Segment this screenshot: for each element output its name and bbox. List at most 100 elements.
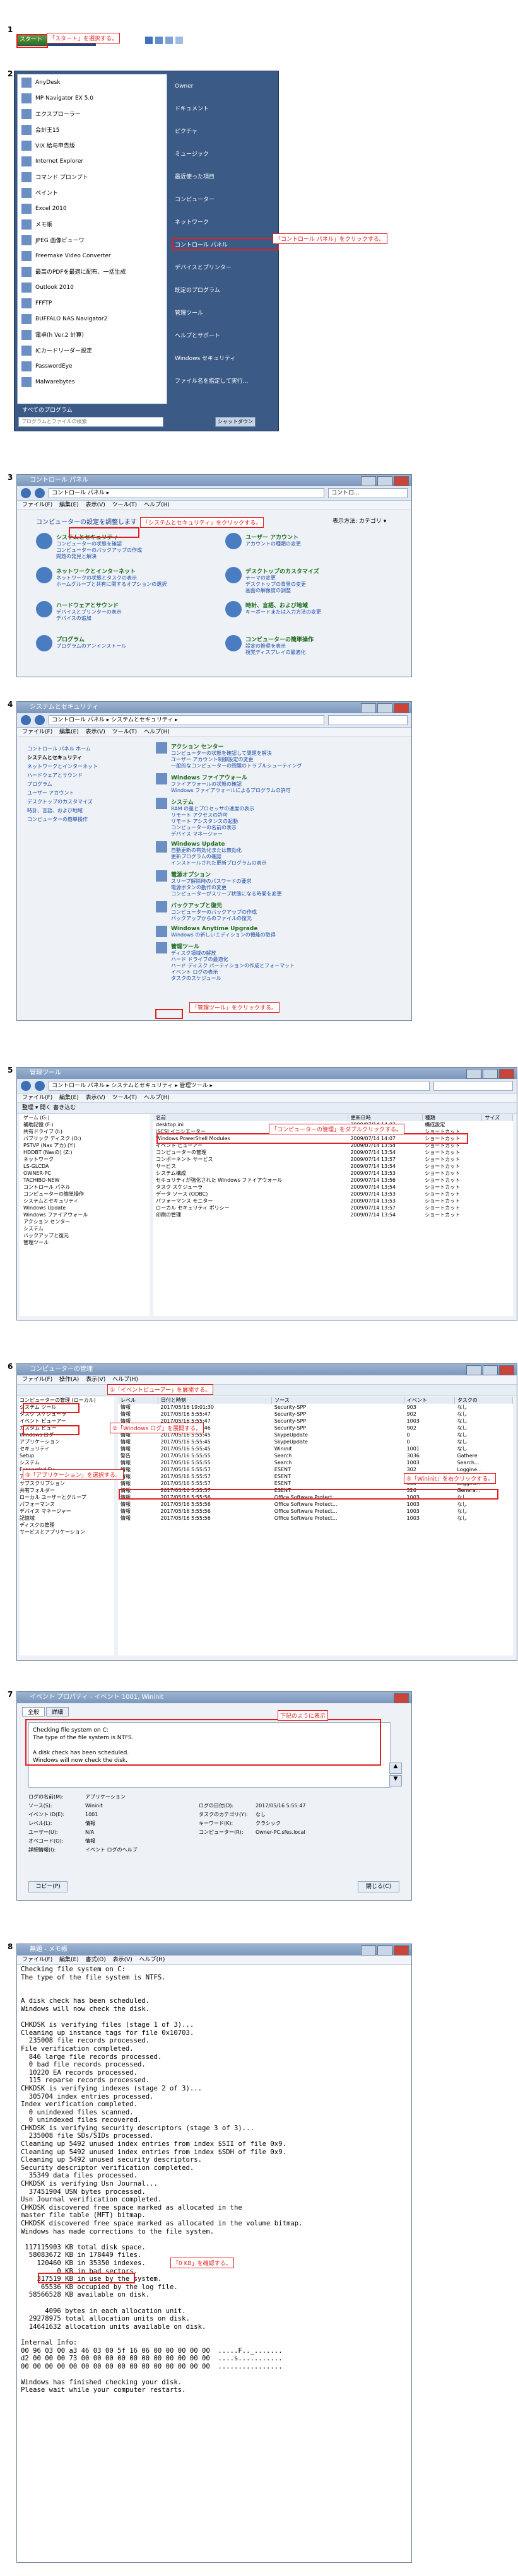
tree-item[interactable]: 記憶域 <box>20 1515 114 1522</box>
maximize-button[interactable] <box>377 1945 392 1955</box>
tree-item[interactable]: ディスクの管理 <box>20 1522 114 1529</box>
minimize-button[interactable] <box>466 1069 481 1079</box>
program-item[interactable]: JPEG 画像ビューワ <box>18 232 167 248</box>
section-link[interactable]: ハード ドライブの最適化 <box>171 957 295 963</box>
place-item[interactable]: Windows セキュリティ <box>170 347 274 370</box>
place-item[interactable]: 最近使った項目 <box>170 166 274 189</box>
table-row[interactable]: 情報 2017/05/16 19:01:30 Security-SPP 903 なし <box>118 1404 513 1411</box>
category-title[interactable]: ネットワークとインターネット <box>56 567 167 575</box>
tree-item[interactable]: 補助記憶 (F:) <box>23 1121 150 1128</box>
program-item[interactable]: ICカードリーダー設定 <box>18 342 167 358</box>
tab-details[interactable]: 詳細 <box>46 1707 69 1716</box>
forward-icon[interactable] <box>35 488 45 498</box>
category-link[interactable]: 問題の発見と解決 <box>56 554 142 560</box>
category-link[interactable]: テーマの変更 <box>245 575 319 581</box>
section-link[interactable]: コンピューターの名前の表示 <box>171 825 254 831</box>
category-title[interactable]: コンピューターの簡単操作 <box>245 635 314 643</box>
category-item[interactable]: コンピューターの簡単操作 設定の推奨を表示 視覚ディスプレイの最適化 <box>225 635 408 656</box>
table-row[interactable]: 情報 2017/05/16 5:55:56 Office Software Prot… <box>118 1501 513 1508</box>
close-button[interactable] <box>499 1069 514 1079</box>
column-header[interactable]: レベル <box>118 1397 158 1404</box>
taskbar-icon[interactable] <box>145 37 153 44</box>
maximize-button[interactable] <box>483 1069 498 1079</box>
section-link[interactable]: タスクのスケジュール <box>171 976 295 982</box>
address-input[interactable]: コントロール パネル ▸ システムとセキュリティ ▸ 管理ツール ▸ <box>49 1081 430 1091</box>
column-header[interactable]: タスクの <box>454 1397 514 1404</box>
sidebar-link[interactable]: 時計、言語、および地域 <box>27 807 141 815</box>
sidebar-link[interactable]: プログラム <box>27 780 141 789</box>
back-icon[interactable] <box>21 488 31 498</box>
menu-bar[interactable]: ファイル(F) 操作(A) 表示(V) ヘルプ(H) <box>17 1375 517 1385</box>
section-link[interactable]: 一般的なコンピューターの問題のトラブルシューティング <box>171 763 302 769</box>
column-header[interactable]: ソース <box>271 1397 405 1404</box>
category-link[interactable]: ホームグループと共有に関するオプションの選択 <box>56 581 167 588</box>
tree-item[interactable]: HDDBT (Nasの) (Z:) <box>23 1149 150 1156</box>
copy-button[interactable]: コピー(P) <box>28 1881 68 1892</box>
section-title[interactable]: 管理ツール <box>171 942 295 950</box>
section-link[interactable]: コンピューターのバックアップの作成 <box>171 909 257 916</box>
category-link[interactable]: デバイスの追加 <box>56 615 122 622</box>
sidebar-link[interactable]: コンピューターの簡単操作 <box>27 815 141 824</box>
tree-item[interactable]: システム <box>23 1225 150 1232</box>
tree-item[interactable]: セキュリティ <box>20 1445 114 1452</box>
place-item[interactable]: 既定のプログラム <box>170 279 274 302</box>
table-row[interactable]: 情報 2017/05/16 5:55:56 Office Software Prot… <box>118 1515 513 1522</box>
tree-item[interactable]: TACHIBO-NEW <box>23 1177 150 1184</box>
close-button[interactable] <box>394 703 409 713</box>
place-item[interactable]: デバイスとプリンター <box>170 257 274 279</box>
tree-item[interactable]: バックアップと復元 <box>23 1232 150 1239</box>
menu-bar[interactable]: ファイル(F) 編集(E) 表示(V) ツール(T) ヘルプ(H) <box>17 728 411 737</box>
category-item[interactable]: ネットワークとインターネット ネットワークの状態とタスクの表示 ホームグループと共有… <box>36 567 219 588</box>
place-item[interactable]: コンピューター <box>170 189 274 211</box>
close-button[interactable] <box>394 1693 409 1703</box>
taskbar-icon[interactable] <box>155 37 163 44</box>
program-item[interactable]: AnyDesk <box>18 74 167 90</box>
search-input[interactable] <box>433 1081 513 1091</box>
section-link[interactable]: ファイアウォールの状態の確認 <box>171 781 291 788</box>
section-link[interactable]: Windows ファイアウォールによるプログラムの許可 <box>171 788 291 794</box>
tree-item[interactable]: アプリケーション <box>20 1438 114 1445</box>
category-item[interactable]: 時計、言語、および地域 キーボードまたは入力方法の変更 <box>225 601 408 617</box>
tree-item[interactable]: パフォーマンス <box>20 1501 114 1508</box>
tree-item[interactable]: ゲーム (G:) <box>23 1114 150 1121</box>
maximize-button[interactable] <box>483 1365 498 1375</box>
program-item[interactable]: MP Navigator EX 5.0 <box>18 90 167 106</box>
start-search-input[interactable]: プログラムとファイルの検索 <box>18 417 163 427</box>
tree-item[interactable]: Windows ファイアウォール <box>23 1211 150 1218</box>
section-link[interactable]: コンピューターがスリープ状態になる時間を変更 <box>171 891 282 897</box>
program-item[interactable]: 最高のPDFを最適に配布、一括生成 <box>18 264 167 279</box>
section-title[interactable]: Windows ファイアウォール <box>171 773 291 781</box>
category-link[interactable]: キーボードまたは入力方法の変更 <box>245 609 321 615</box>
table-row[interactable]: コンポーネント サービス 2009/07/14 13:57 ショートカット <box>153 1156 513 1163</box>
table-row[interactable]: ローカル セキュリティ ポリシー 2009/07/14 13:57 ショートカット <box>153 1204 513 1211</box>
program-item[interactable]: ペイント <box>18 185 167 201</box>
program-item[interactable]: 会計王15 <box>18 122 167 137</box>
back-icon[interactable] <box>21 715 31 725</box>
tree-item[interactable]: 共有ドライブ (I:) <box>23 1128 150 1135</box>
table-row[interactable]: 情報 2017/05/16 5:55:55 Search 1003 Search... <box>118 1459 513 1466</box>
category-title[interactable]: プログラム <box>56 635 126 643</box>
down-arrow-icon[interactable]: ▼ <box>389 1775 402 1786</box>
menu-bar[interactable]: ファイル(F) 編集(E) 表示(V) ツール(T) ヘルプ(H) <box>17 1093 517 1103</box>
column-header[interactable]: イベント <box>404 1397 455 1404</box>
tree-item[interactable]: ネットワーク <box>23 1156 150 1163</box>
program-item[interactable]: コマンド プロンプト <box>18 169 167 185</box>
tree-item[interactable]: サブスクリプション <box>20 1480 114 1487</box>
maximize-button[interactable] <box>377 703 392 713</box>
table-row[interactable]: データ ソース (ODBC) 2009/07/14 13:53 ショートカット <box>153 1191 513 1198</box>
shutdown-button[interactable]: シャットダウン <box>215 417 256 427</box>
table-row[interactable]: タスク スケジューラ 2009/07/14 13:54 ショートカット <box>153 1184 513 1191</box>
close-dialog-button[interactable]: 閉じる(C) <box>358 1881 399 1892</box>
section-title[interactable]: Windows Update <box>171 841 267 848</box>
program-item[interactable]: FFFTP <box>18 295 167 311</box>
category-title[interactable]: デスクトップのカスタマイズ <box>245 567 319 575</box>
place-item[interactable]: ピクチャ <box>170 120 274 143</box>
tree-item[interactable]: コンピューターの簡単操作 <box>23 1191 150 1198</box>
section-title[interactable]: Windows Anytime Upgrade <box>171 926 276 932</box>
view-selector[interactable]: 表示方法: カテゴリ ▾ <box>333 516 386 525</box>
category-link[interactable]: コンピューターの状態を確認 <box>56 541 142 547</box>
program-item[interactable]: 電卓(h Ver.2 計算) <box>18 327 167 342</box>
program-item[interactable]: Freemake Video Converter <box>18 248 167 264</box>
tree-item[interactable]: Windows Update <box>23 1204 150 1211</box>
search-input[interactable]: コントロ... <box>328 488 408 498</box>
